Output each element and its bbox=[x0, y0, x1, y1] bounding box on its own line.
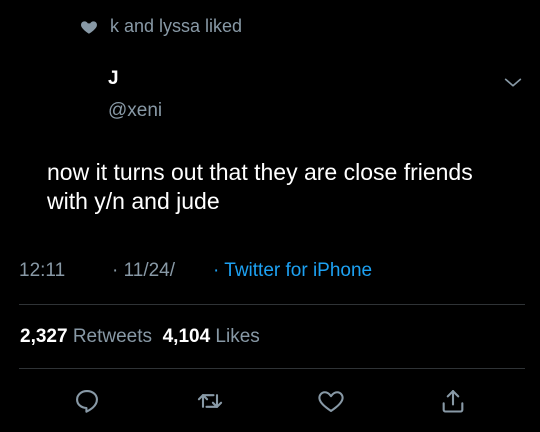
tweet-time[interactable]: 12:11 bbox=[19, 260, 65, 281]
tweet-stats: 2,327 Retweets 4,104 Likes bbox=[20, 326, 260, 348]
retweet-button[interactable] bbox=[195, 386, 225, 416]
tweet-detail: k and lyssa liked J @xeni now it turns o… bbox=[0, 0, 540, 432]
tweet-source[interactable]: · Twitter for iPhone bbox=[213, 260, 372, 282]
like-button[interactable] bbox=[316, 386, 346, 416]
share-icon bbox=[442, 390, 464, 413]
divider bbox=[19, 304, 525, 305]
like-icon bbox=[318, 391, 344, 412]
social-context-text: k and lyssa liked bbox=[110, 16, 243, 36]
share-button[interactable] bbox=[438, 386, 468, 416]
reply-button[interactable] bbox=[72, 386, 102, 416]
retweet-icon bbox=[197, 394, 223, 408]
likes-label[interactable]: Likes bbox=[215, 326, 259, 347]
retweets-label[interactable]: Retweets bbox=[73, 326, 152, 347]
heart-icon bbox=[81, 20, 97, 34]
retweets-count[interactable]: 2,327 bbox=[20, 326, 68, 347]
tweet-text: now it turns out that they are close fri… bbox=[47, 159, 473, 214]
tweet-date[interactable]: · 11/24/ bbox=[112, 260, 175, 282]
social-context: k and lyssa liked bbox=[80, 16, 242, 37]
tweet-meta: 12:11 · 11/24/ · Twitter for iPhone bbox=[19, 260, 372, 282]
divider bbox=[19, 368, 525, 369]
author-name[interactable]: J bbox=[108, 68, 119, 90]
likes-count[interactable]: 4,104 bbox=[163, 326, 211, 347]
chevron-down-icon[interactable] bbox=[502, 72, 524, 94]
action-bar bbox=[0, 386, 540, 420]
reply-icon bbox=[76, 390, 98, 413]
author-handle[interactable]: @xeni bbox=[108, 100, 162, 122]
